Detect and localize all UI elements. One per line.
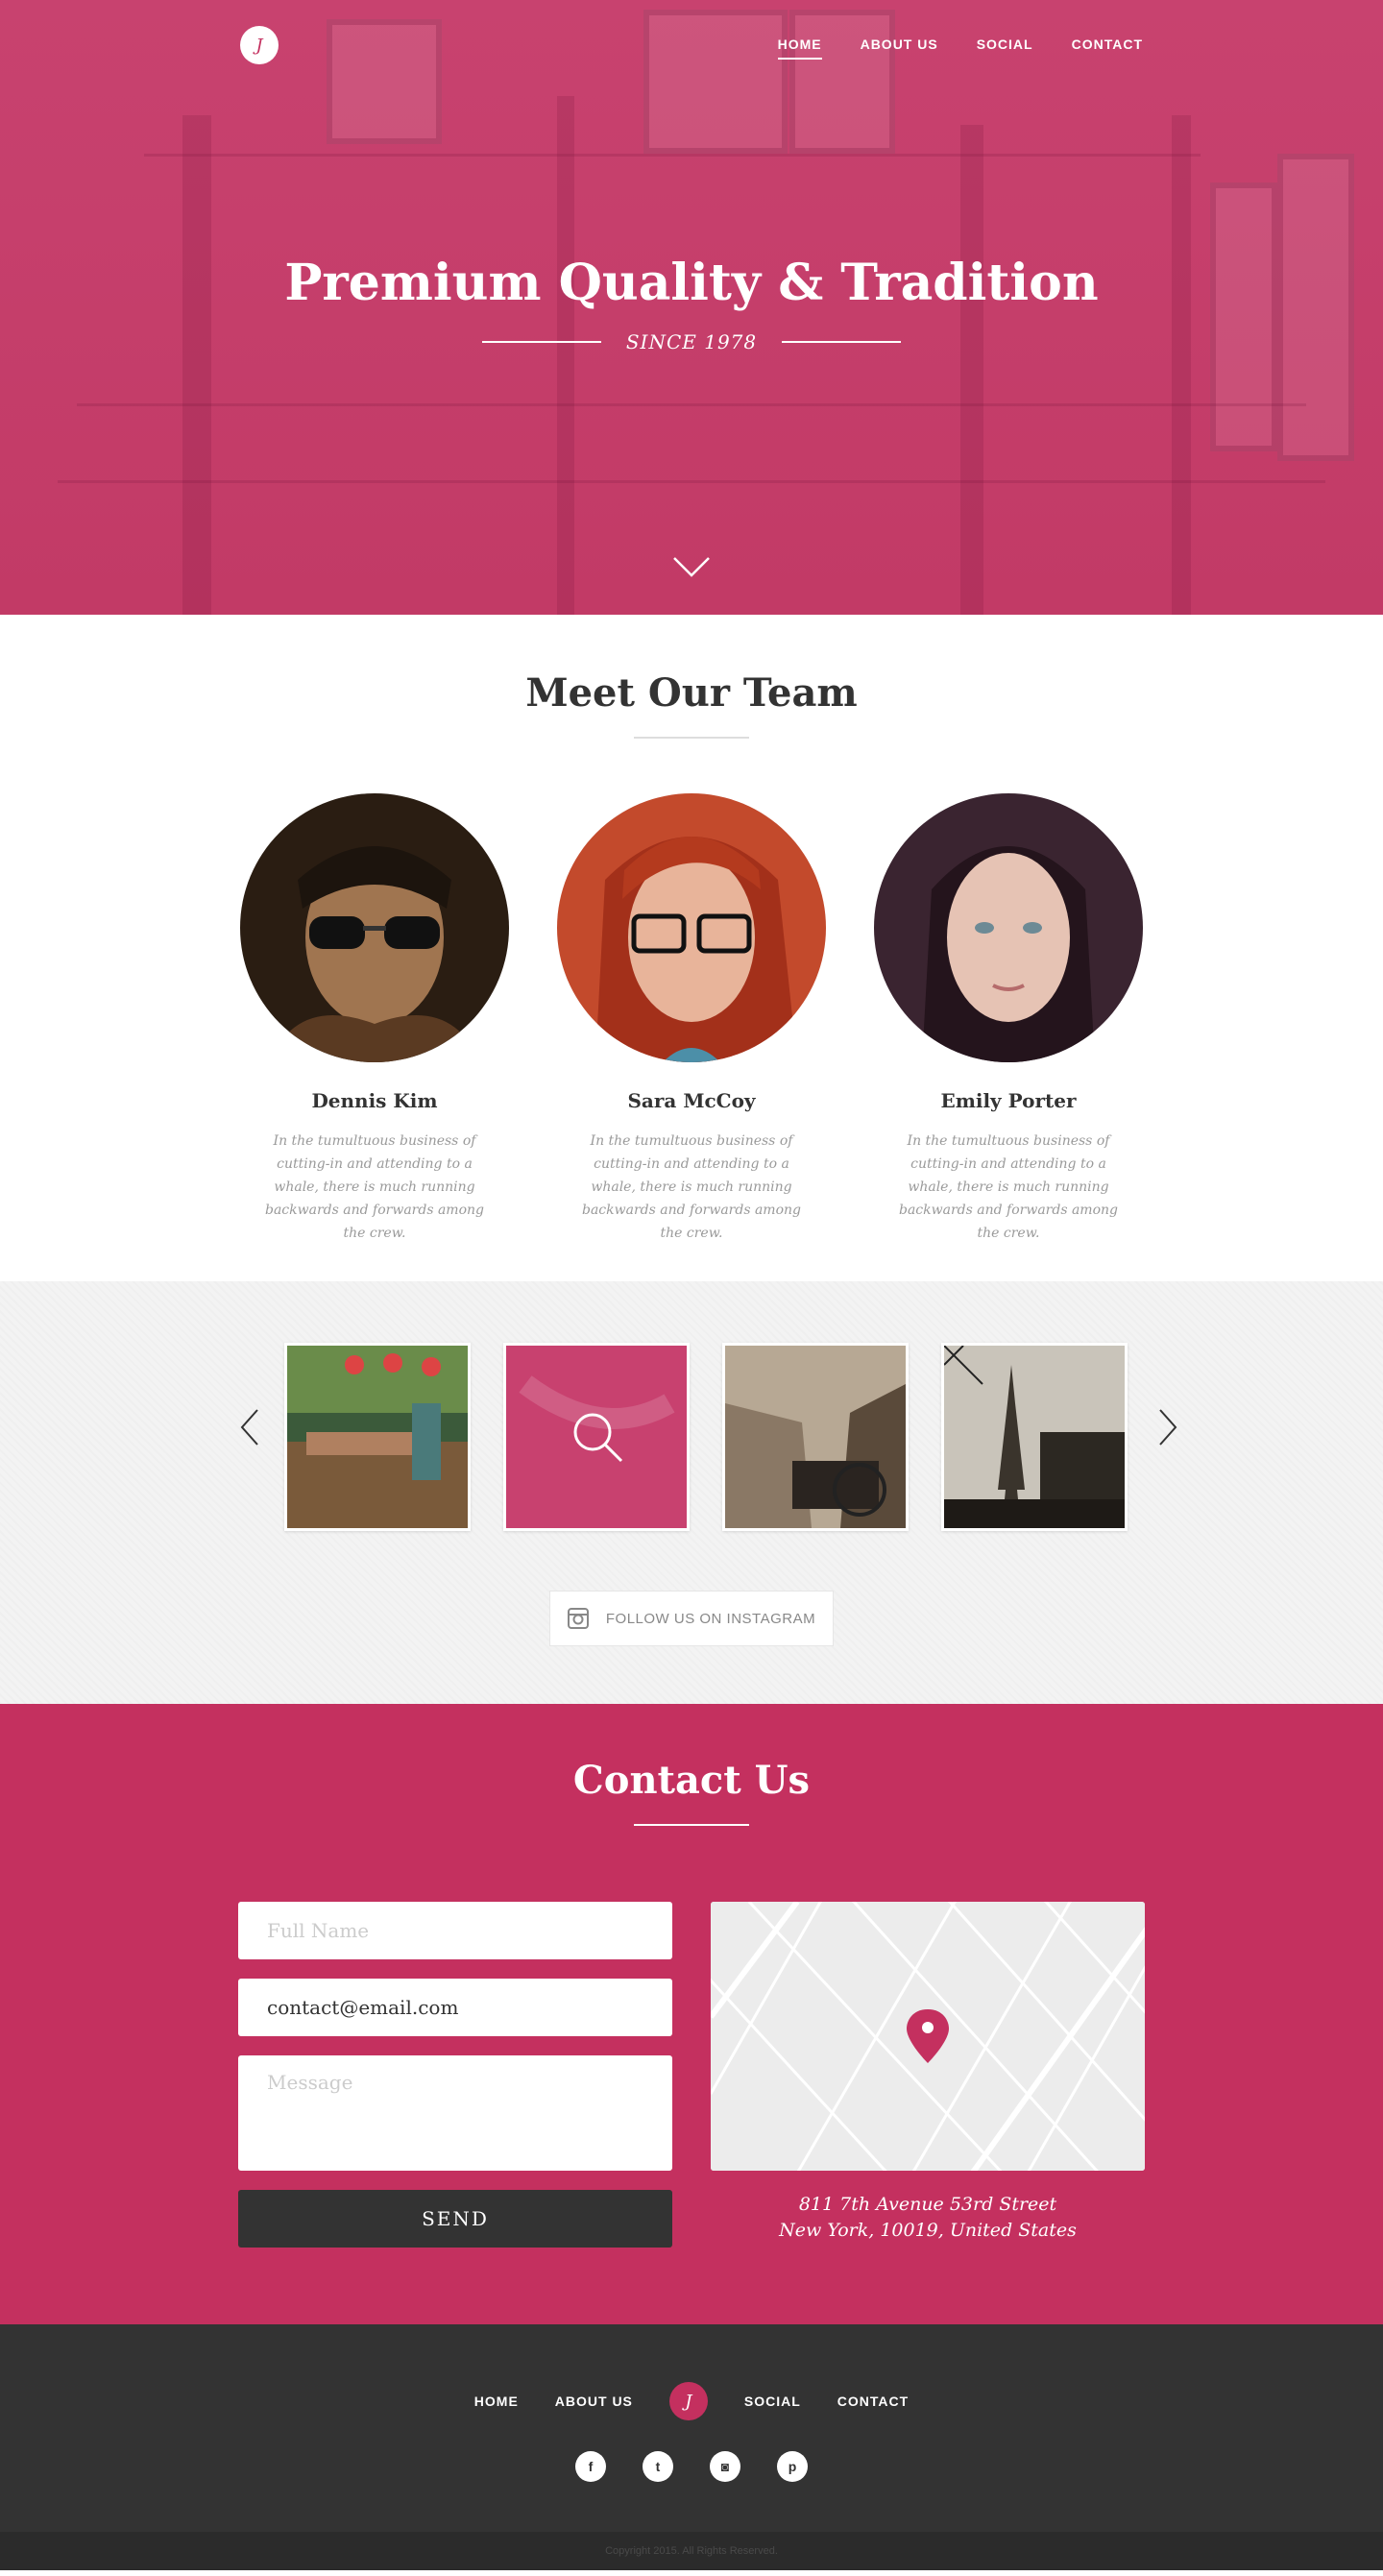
chevron-left-icon[interactable] [234,1404,265,1450]
hero-subtitle: SINCE 1978 [625,330,758,353]
gallery-thumb-eiffel[interactable] [941,1343,1128,1531]
send-button[interactable]: SEND [238,2190,672,2248]
avatar-sara-mccoy [557,793,826,1062]
contact-form: SEND [238,1902,672,2248]
location-map[interactable] [711,1902,1145,2171]
twitter-icon[interactable]: t [643,2451,673,2482]
footer-nav-home[interactable]: HOME [474,2394,519,2409]
team-member-card: Emily Porter In the tumultuous business … [874,793,1143,1245]
email-input[interactable] [238,1979,672,2036]
team-section: Meet Our Team Dennis Kim In the tumultuo… [0,615,1383,1281]
member-bio: In the tumultuous business of cutting-in… [265,1133,484,1241]
avatar-dennis-kim [240,793,509,1062]
gallery-thumbs [284,1343,1128,1531]
facebook-icon[interactable]: f [575,2451,606,2482]
member-bio: In the tumultuous business of cutting-in… [582,1133,801,1241]
follow-instagram-button[interactable]: FOLLOW US ON INSTAGRAM [549,1591,834,1646]
message-input[interactable] [238,2055,672,2171]
address-line-1: 811 7th Avenue 53rd Street [798,2194,1057,2215]
full-name-input[interactable] [238,1902,672,1959]
footer-nav: HOME ABOUT US J SOCIAL CONTACT [0,2382,1383,2420]
team-member-card: Dennis Kim In the tumultuous business of… [240,793,509,1245]
gallery-thumb-bicycle[interactable] [722,1343,909,1531]
divider-right [782,341,902,343]
title-underline [634,1824,749,1826]
social-links: f t ◙ p [0,2451,1383,2482]
avatar-emily-porter [874,793,1143,1062]
copyright: Copyright 2015. All Rights Reserved. [0,2532,1383,2570]
pinterest-icon[interactable]: p [777,2451,808,2482]
footer-nav-social[interactable]: SOCIAL [744,2394,801,2409]
gallery-thumb-search[interactable] [503,1343,690,1531]
instagram-icon[interactable]: ◙ [710,2451,740,2482]
main-menu: HOME ABOUT US SOCIAL CONTACT [777,36,1143,60]
instagram-icon [567,1608,589,1629]
footer: HOME ABOUT US J SOCIAL CONTACT f t ◙ p C… [0,2324,1383,2570]
hero-subtitle-row: SINCE 1978 [0,330,1383,353]
member-name: Emily Porter [940,1089,1077,1112]
nav-home[interactable]: HOME [777,36,822,60]
member-name: Sara McCoy [627,1089,756,1112]
logo[interactable]: J [240,26,279,64]
nav-social[interactable]: SOCIAL [977,36,1033,60]
member-bio: In the tumultuous business of cutting-in… [899,1133,1118,1241]
team-title: Meet Our Team [525,670,858,716]
footer-nav-about-us[interactable]: ABOUT US [555,2394,633,2409]
follow-instagram-label: FOLLOW US ON INSTAGRAM [605,1610,816,1627]
top-nav: J HOME ABOUT US SOCIAL CONTACT [0,0,1383,92]
address: 811 7th Avenue 53rd Street New York, 100… [711,2192,1145,2244]
team-member-card: Sara McCoy In the tumultuous business of… [557,793,826,1245]
contact-section: Contact Us SEND [0,1704,1383,2324]
member-name: Dennis Kim [311,1089,438,1112]
hero-title: Premium Quality & Tradition [284,254,1099,312]
chevron-down-icon[interactable] [672,555,711,578]
footer-nav-contact[interactable]: CONTACT [837,2394,909,2409]
title-underline [634,737,749,739]
hero-section: J HOME ABOUT US SOCIAL CONTACT Premium Q… [0,0,1383,615]
nav-contact[interactable]: CONTACT [1072,36,1143,60]
instagram-gallery: FOLLOW US ON INSTAGRAM [0,1281,1383,1704]
nav-about-us[interactable]: ABOUT US [861,36,938,60]
chevron-right-icon[interactable] [1152,1404,1183,1450]
address-line-2: New York, 10019, United States [779,2220,1077,2241]
footer-logo[interactable]: J [668,2382,708,2420]
gallery-thumb-cafe[interactable] [284,1343,471,1531]
team-members: Dennis Kim In the tumultuous business of… [240,793,1143,1245]
contact-title: Contact Us [572,1758,811,1803]
divider-left [481,341,601,343]
